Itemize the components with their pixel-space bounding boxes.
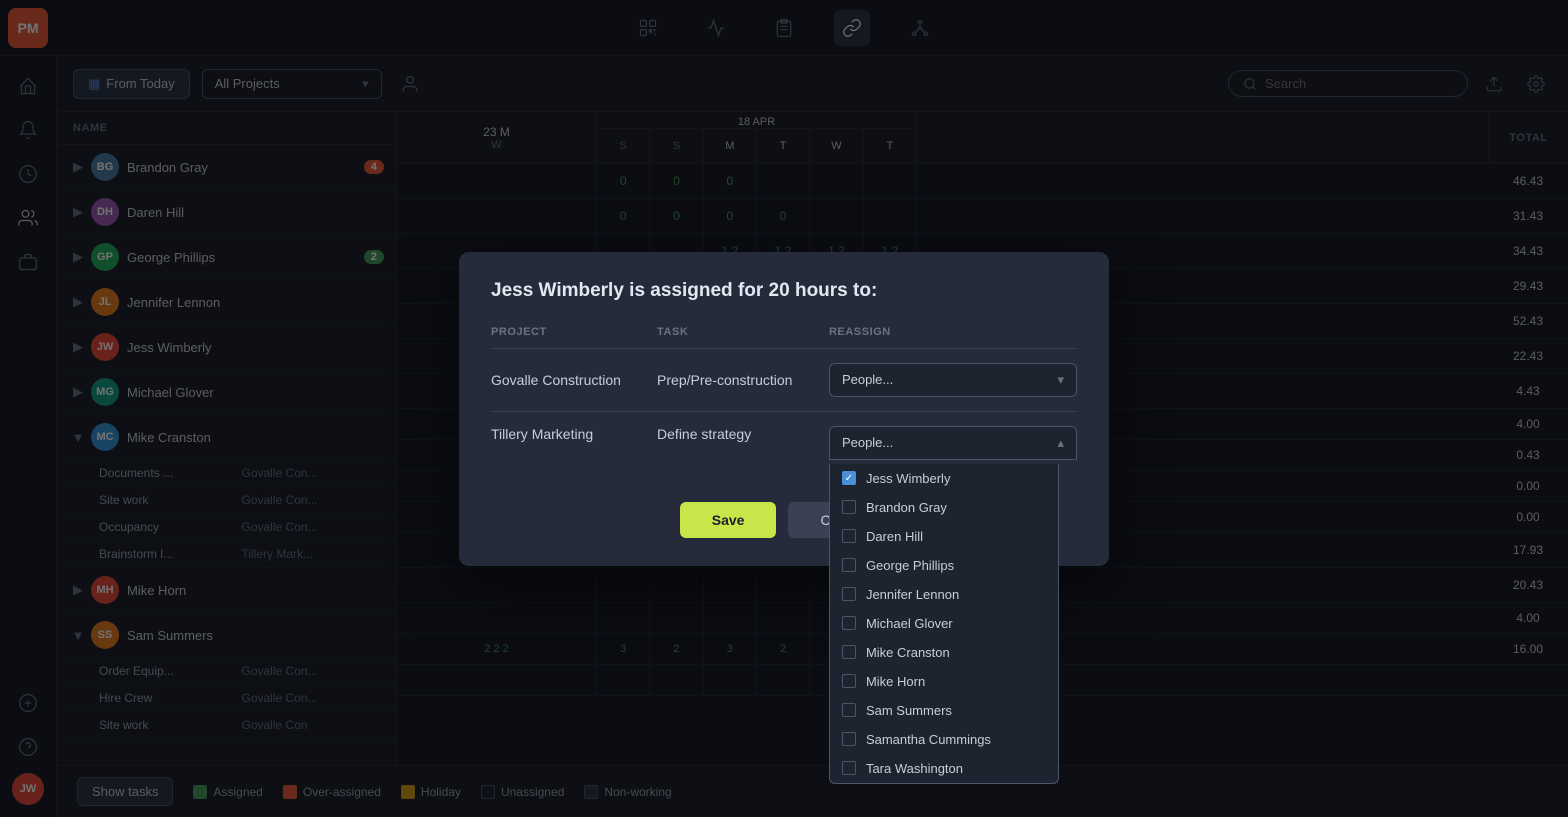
checkbox-daren[interactable]	[842, 529, 856, 543]
dropdown-person-name: Brandon Gray	[866, 500, 947, 515]
dropdown-list: ✓ Jess Wimberly Brandon Gray Daren Hill	[829, 464, 1059, 784]
dropdown-person-name: Tara Washington	[866, 761, 963, 776]
dropdown-item-jennifer[interactable]: Jennifer Lennon	[830, 580, 1058, 609]
dropdown-item-mike-c[interactable]: Mike Cranston	[830, 638, 1058, 667]
dropdown-person-name: Samantha Cummings	[866, 732, 991, 747]
dropdown-person-name: Michael Glover	[866, 616, 953, 631]
dropdown-item-tara[interactable]: Tara Washington	[830, 754, 1058, 783]
checkbox-samantha[interactable]	[842, 732, 856, 746]
dropdown-item-samantha[interactable]: Samantha Cummings	[830, 725, 1058, 754]
project-cell: Tillery Marketing	[491, 411, 657, 474]
dropdown-item-sam[interactable]: Sam Summers	[830, 696, 1058, 725]
reassign-cell[interactable]: People... ▾	[829, 348, 1077, 411]
dropdown-item-jess[interactable]: ✓ Jess Wimberly	[830, 464, 1058, 493]
dropdown-label: People...	[842, 372, 893, 387]
chevron-up-icon: ▴	[1057, 435, 1064, 451]
col-reassign-header: REASSIGN	[829, 326, 1077, 349]
dropdown-item-michael[interactable]: Michael Glover	[830, 609, 1058, 638]
dropdown-person-name: Sam Summers	[866, 703, 952, 718]
modal-title: Jess Wimberly is assigned for 20 hours t…	[491, 280, 1077, 302]
dropdown-person-name: Daren Hill	[866, 529, 923, 544]
checkbox-george[interactable]	[842, 558, 856, 572]
checkbox-mike-h[interactable]	[842, 674, 856, 688]
checkbox-tara[interactable]	[842, 761, 856, 775]
dropdown-person-name: Mike Cranston	[866, 645, 950, 660]
chevron-down-icon: ▾	[1057, 372, 1064, 388]
dropdown-item-brandon[interactable]: Brandon Gray	[830, 493, 1058, 522]
modal-overlay: Jess Wimberly is assigned for 20 hours t…	[0, 0, 1568, 817]
task-cell: Prep/Pre-construction	[657, 348, 829, 411]
checkbox-sam[interactable]	[842, 703, 856, 717]
dropdown-item-mike-h[interactable]: Mike Horn	[830, 667, 1058, 696]
dropdown-person-name: Jennifer Lennon	[866, 587, 959, 602]
save-button[interactable]: Save	[680, 502, 777, 538]
checkbox-mike-c[interactable]	[842, 645, 856, 659]
project-cell: Govalle Construction	[491, 348, 657, 411]
dropdown-person-name: George Phillips	[866, 558, 954, 573]
reassign-cell-open[interactable]: People... ▴ ✓ Jess Wimberly	[829, 411, 1077, 474]
checkbox-jennifer[interactable]	[842, 587, 856, 601]
checkbox-michael[interactable]	[842, 616, 856, 630]
people-dropdown-2-open[interactable]: People... ▴	[829, 426, 1077, 460]
col-task-header: TASK	[657, 326, 829, 349]
people-dropdown-1[interactable]: People... ▾	[829, 363, 1077, 397]
modal: Jess Wimberly is assigned for 20 hours t…	[459, 252, 1109, 566]
dropdown-person-name: Jess Wimberly	[866, 471, 951, 486]
dropdown-item-daren[interactable]: Daren Hill	[830, 522, 1058, 551]
dropdown-item-george[interactable]: George Phillips	[830, 551, 1058, 580]
task-cell: Define strategy	[657, 411, 829, 474]
checkbox-jess[interactable]: ✓	[842, 471, 856, 485]
col-project-header: PROJECT	[491, 326, 657, 349]
dropdown-person-name: Mike Horn	[866, 674, 925, 689]
dropdown-label: People...	[842, 435, 893, 450]
checkbox-brandon[interactable]	[842, 500, 856, 514]
